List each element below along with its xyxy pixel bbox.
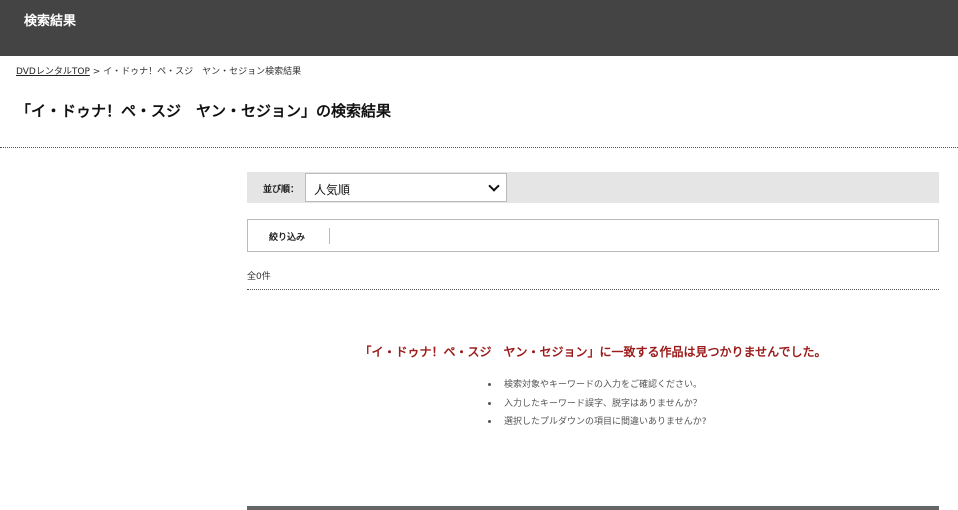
bullet-icon (488, 383, 491, 386)
breadcrumb-current: イ・ドゥナ！ペ・スジ ヤン・セジョン検索結果 (103, 67, 302, 77)
no-results-message: 「イ・ドゥナ！ペ・スジ ヤン・セジョン」に一致する作品は見つかりませんでした。 (359, 345, 827, 359)
breadcrumb-separator: > (89, 67, 104, 77)
filter-button[interactable]: 絞り込み (248, 220, 328, 251)
header-title: 検索結果 (24, 14, 77, 29)
tip-text: 検索対象やキーワードの入力をご確認ください。 (504, 380, 703, 390)
tip-text: 選択したプルダウンの項目に間違いありませんか? (504, 417, 707, 427)
chevron-down-icon (488, 180, 500, 192)
bullet-icon (488, 401, 491, 405)
title-divider (0, 147, 958, 148)
page-title: 「イ・ドゥナ！ペ・スジ ヤン・セジョン」の検索結果 (16, 102, 392, 120)
count-divider (247, 289, 939, 290)
filter-label: 絞り込み (269, 233, 306, 243)
top-header-bar: 検索結果 (0, 0, 958, 56)
filter-divider (329, 228, 330, 244)
result-count: 全0件 (247, 272, 271, 282)
sort-bar: 並び順： 人気順 (247, 172, 939, 203)
breadcrumb-top-link[interactable]: DVDレンタルTOP (16, 67, 90, 77)
filter-box: 絞り込み (247, 219, 939, 252)
sort-order-select[interactable]: 人気順 (305, 173, 507, 202)
sort-selected-value: 人気順 (314, 183, 351, 197)
tip-text: 入力したキーワード誤字、脱字はありませんか？ (504, 398, 702, 409)
breadcrumb: DVDレンタルTOP > イ・ドゥナ！ペ・スジ ヤン・セジョン検索結果 (16, 64, 301, 77)
sort-label: 並び順： (263, 185, 300, 195)
bullet-icon (488, 420, 491, 423)
bottom-divider-bar (247, 506, 939, 510)
